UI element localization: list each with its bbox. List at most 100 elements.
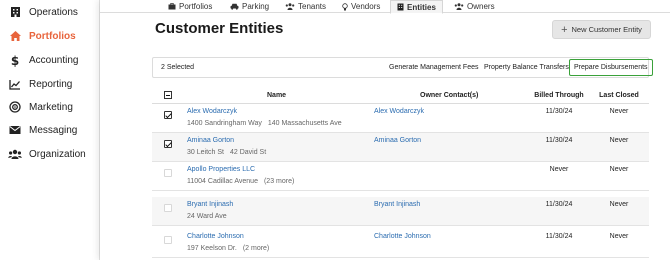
svg-text:$: $: [11, 54, 19, 67]
table-row[interactable]: Alex Wodarczyk 1400 Sandringham Way 140 M…: [152, 104, 649, 133]
billed-through: 11/30/24: [545, 233, 573, 240]
column-header-name[interactable]: Name: [267, 86, 286, 104]
users-icon: [285, 3, 295, 10]
last-closed: Never: [609, 108, 629, 115]
table-row[interactable]: Apollo Properties LLC 11004 Cadillac Ave…: [152, 162, 649, 191]
lightbulb-icon: [342, 2, 348, 10]
dollar-icon: $: [8, 53, 22, 67]
table-header: Name Owner Contact(s) Billed Through Las…: [152, 86, 649, 104]
tab-vendors[interactable]: Vendors: [342, 0, 380, 13]
entity-name-link[interactable]: Charlotte Johnson: [187, 233, 244, 240]
entity-name-link[interactable]: Aminaa Gorton: [187, 137, 234, 144]
table-row[interactable]: Charlotte Johnson 197 Keelson Dr. (2 more…: [152, 229, 649, 258]
tab-label: Portfolios: [179, 2, 213, 11]
billed-through: 11/30/24: [545, 108, 573, 115]
sidebar-item-accounting[interactable]: $ Accounting: [0, 48, 100, 72]
more-addresses[interactable]: (23 more): [264, 178, 294, 185]
last-closed: Never: [609, 166, 629, 173]
sidebar-item-label: Accounting: [29, 54, 79, 66]
select-all-checkbox[interactable]: [164, 91, 172, 99]
sidebar-item-portfolios[interactable]: Portfolios: [0, 24, 100, 48]
address: 197 Keelson Dr.: [187, 245, 237, 252]
sidebar-item-label: Portfolios: [29, 30, 76, 42]
entity-name-link[interactable]: Apollo Properties LLC: [187, 166, 255, 173]
entity-addresses: 11004 Cadillac Avenue (23 more): [187, 178, 294, 185]
envelope-icon: [8, 123, 22, 137]
plus-icon: +: [561, 23, 568, 36]
billed-through: Never: [549, 166, 569, 173]
new-button-label: New Customer Entity: [571, 25, 642, 34]
address: 30 Leitch St: [187, 149, 224, 156]
row-checkbox[interactable]: [164, 236, 172, 244]
entity-name-link[interactable]: Alex Wodarczyk: [187, 108, 237, 115]
chart-icon: [8, 77, 22, 91]
generate-management-fees-button[interactable]: Generate Management Fees: [389, 58, 479, 77]
building-icon: [397, 3, 404, 11]
entity-addresses: 197 Keelson Dr. (2 more): [187, 245, 269, 252]
sidebar: Operations Portfolios $ Accounting Repor…: [0, 0, 100, 260]
building-icon: [8, 5, 22, 19]
sidebar-item-label: Marketing: [29, 101, 73, 113]
entity-addresses: 24 Ward Ave: [187, 213, 227, 220]
sidebar-item-label: Operations: [29, 6, 78, 18]
column-header-last-closed[interactable]: Last Closed: [597, 86, 641, 104]
prepare-disbursements-button[interactable]: Prepare Disbursements: [569, 59, 653, 76]
sidebar-item-operations[interactable]: Operations: [0, 0, 100, 24]
bulk-action-bar: 2 Selected Generate Management Fees Prop…: [152, 57, 653, 78]
property-balance-transfers-button[interactable]: Property Balance Transfers: [484, 58, 569, 77]
owner-contact-link[interactable]: Aminaa Gorton: [374, 137, 421, 144]
tab-label: Parking: [242, 2, 270, 11]
column-header-billed-through[interactable]: Billed Through: [534, 86, 584, 104]
more-addresses[interactable]: (2 more): [243, 245, 269, 252]
home-icon: [8, 29, 22, 43]
tab-label: Vendors: [351, 2, 381, 11]
page-title: Customer Entities: [155, 20, 284, 37]
address: 140 Massachusetts Ave: [267, 120, 342, 127]
table-row[interactable]: Aminaa Gorton 30 Leitch St 42 David St Am…: [152, 133, 649, 162]
tab-owners[interactable]: Owners: [454, 0, 495, 13]
owner-contact-link[interactable]: Alex Wodarczyk: [374, 108, 424, 115]
sidebar-item-marketing[interactable]: Marketing: [0, 95, 100, 119]
tab-entities[interactable]: Entities: [390, 0, 443, 14]
tab-bar: Portfolios Parking Tenants Vendors Entit…: [100, 0, 670, 14]
selected-count: 2 Selected: [161, 64, 195, 71]
sidebar-item-messaging[interactable]: Messaging: [0, 118, 100, 142]
table-row[interactable]: Bryant Injinash 24 Ward Ave Bryant Injin…: [152, 197, 649, 226]
owner-contact-link[interactable]: Bryant Injinash: [374, 201, 420, 208]
sidebar-item-organization[interactable]: Organization: [0, 142, 100, 166]
last-closed: Never: [609, 233, 629, 240]
tab-portfolios[interactable]: Portfolios: [168, 0, 212, 13]
sidebar-item-label: Messaging: [29, 124, 78, 136]
sidebar-item-reporting[interactable]: Reporting: [0, 72, 100, 96]
briefcase-icon: [168, 3, 176, 10]
column-header-owner[interactable]: Owner Contact(s): [420, 86, 478, 104]
address: 1400 Sandringham Way: [187, 120, 262, 127]
billed-through: 11/30/24: [545, 137, 573, 144]
owner-contact-link[interactable]: Charlotte Johnson: [374, 233, 431, 240]
tab-tenants[interactable]: Tenants: [285, 0, 326, 13]
entity-addresses: 1400 Sandringham Way 140 Massachusetts Av…: [187, 120, 342, 127]
address: 11004 Cadillac Avenue: [187, 178, 258, 185]
billed-through: 11/30/24: [545, 201, 573, 208]
row-checkbox[interactable]: [164, 140, 172, 148]
sidebar-item-label: Reporting: [29, 78, 73, 90]
row-checkbox[interactable]: [164, 111, 172, 119]
row-checkbox[interactable]: [164, 169, 172, 177]
row-checkbox[interactable]: [164, 204, 172, 212]
users-icon: [454, 3, 464, 10]
address: 42 David St: [229, 149, 267, 156]
entity-name-link[interactable]: Bryant Injinash: [187, 201, 233, 208]
main-content: Portfolios Parking Tenants Vendors Entit…: [100, 0, 670, 260]
tab-label: Tenants: [298, 2, 327, 11]
sidebar-item-label: Organization: [29, 148, 86, 160]
entity-addresses: 30 Leitch St 42 David St: [187, 149, 266, 156]
tab-label: Entities: [407, 2, 436, 12]
target-icon: [8, 100, 22, 114]
last-closed: Never: [609, 201, 629, 208]
car-icon: [230, 3, 239, 10]
tab-label: Owners: [467, 2, 495, 11]
people-icon: [8, 147, 22, 161]
tab-parking[interactable]: Parking: [230, 0, 269, 13]
new-customer-entity-button[interactable]: + New Customer Entity: [552, 20, 651, 39]
last-closed: Never: [609, 137, 629, 144]
